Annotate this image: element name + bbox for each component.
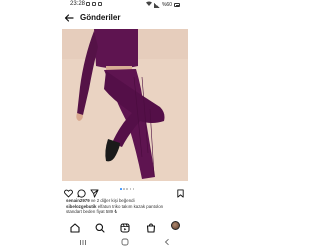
battery-level: %60 xyxy=(161,1,172,8)
carousel-dot xyxy=(132,188,135,190)
arrow-left-icon xyxy=(64,13,74,22)
battery-icon xyxy=(174,3,180,7)
signal-icon xyxy=(153,2,160,8)
notification-icon xyxy=(92,2,96,6)
photo-illustration xyxy=(62,29,188,181)
wifi-icon xyxy=(145,1,152,9)
carousel-dot xyxy=(129,188,132,190)
status-right: %60 xyxy=(145,1,180,9)
carousel-indicator xyxy=(120,188,135,190)
bookmark-icon[interactable] xyxy=(176,185,185,198)
comment-icon[interactable] xyxy=(77,185,86,198)
heart-icon[interactable] xyxy=(64,185,73,198)
notification-icon xyxy=(98,2,102,6)
shop-icon[interactable] xyxy=(146,220,156,233)
home-icon[interactable] xyxy=(70,220,80,233)
recent-apps-icon[interactable] xyxy=(77,237,89,247)
likes-text[interactable]: senain2979 ve 2 diğer kişi beğendi xyxy=(66,198,188,203)
back-button[interactable] xyxy=(62,11,76,25)
status-time: 23:28 xyxy=(70,1,86,7)
caption-more: standart beden fiyat 589 ₺ xyxy=(66,209,118,215)
header: Gönderiler xyxy=(62,10,188,25)
post-actions xyxy=(64,185,186,198)
page-title: Gönderiler xyxy=(80,13,121,22)
carousel-dot xyxy=(120,188,122,190)
system-nav xyxy=(62,236,188,248)
post-image[interactable] xyxy=(62,29,188,181)
notification-icon xyxy=(86,2,90,6)
status-bar: 23:28 %60 xyxy=(0,0,250,9)
caption: sibelozgebutik elfatun triko takım kazak… xyxy=(66,204,186,214)
carousel-dot xyxy=(126,188,128,190)
share-icon[interactable] xyxy=(90,185,99,198)
carousel-dot xyxy=(123,188,125,190)
back-arrow-icon[interactable] xyxy=(161,237,173,247)
reels-icon[interactable] xyxy=(120,220,131,233)
search-icon[interactable] xyxy=(95,220,105,233)
bottom-nav xyxy=(62,218,188,233)
liker-username[interactable]: senain2979 xyxy=(66,198,90,203)
notification-icons xyxy=(86,2,102,6)
home-circle-icon[interactable] xyxy=(119,237,131,247)
profile-avatar[interactable] xyxy=(171,220,181,230)
likes-rest: ve 2 diğer kişi beğendi xyxy=(89,198,135,203)
